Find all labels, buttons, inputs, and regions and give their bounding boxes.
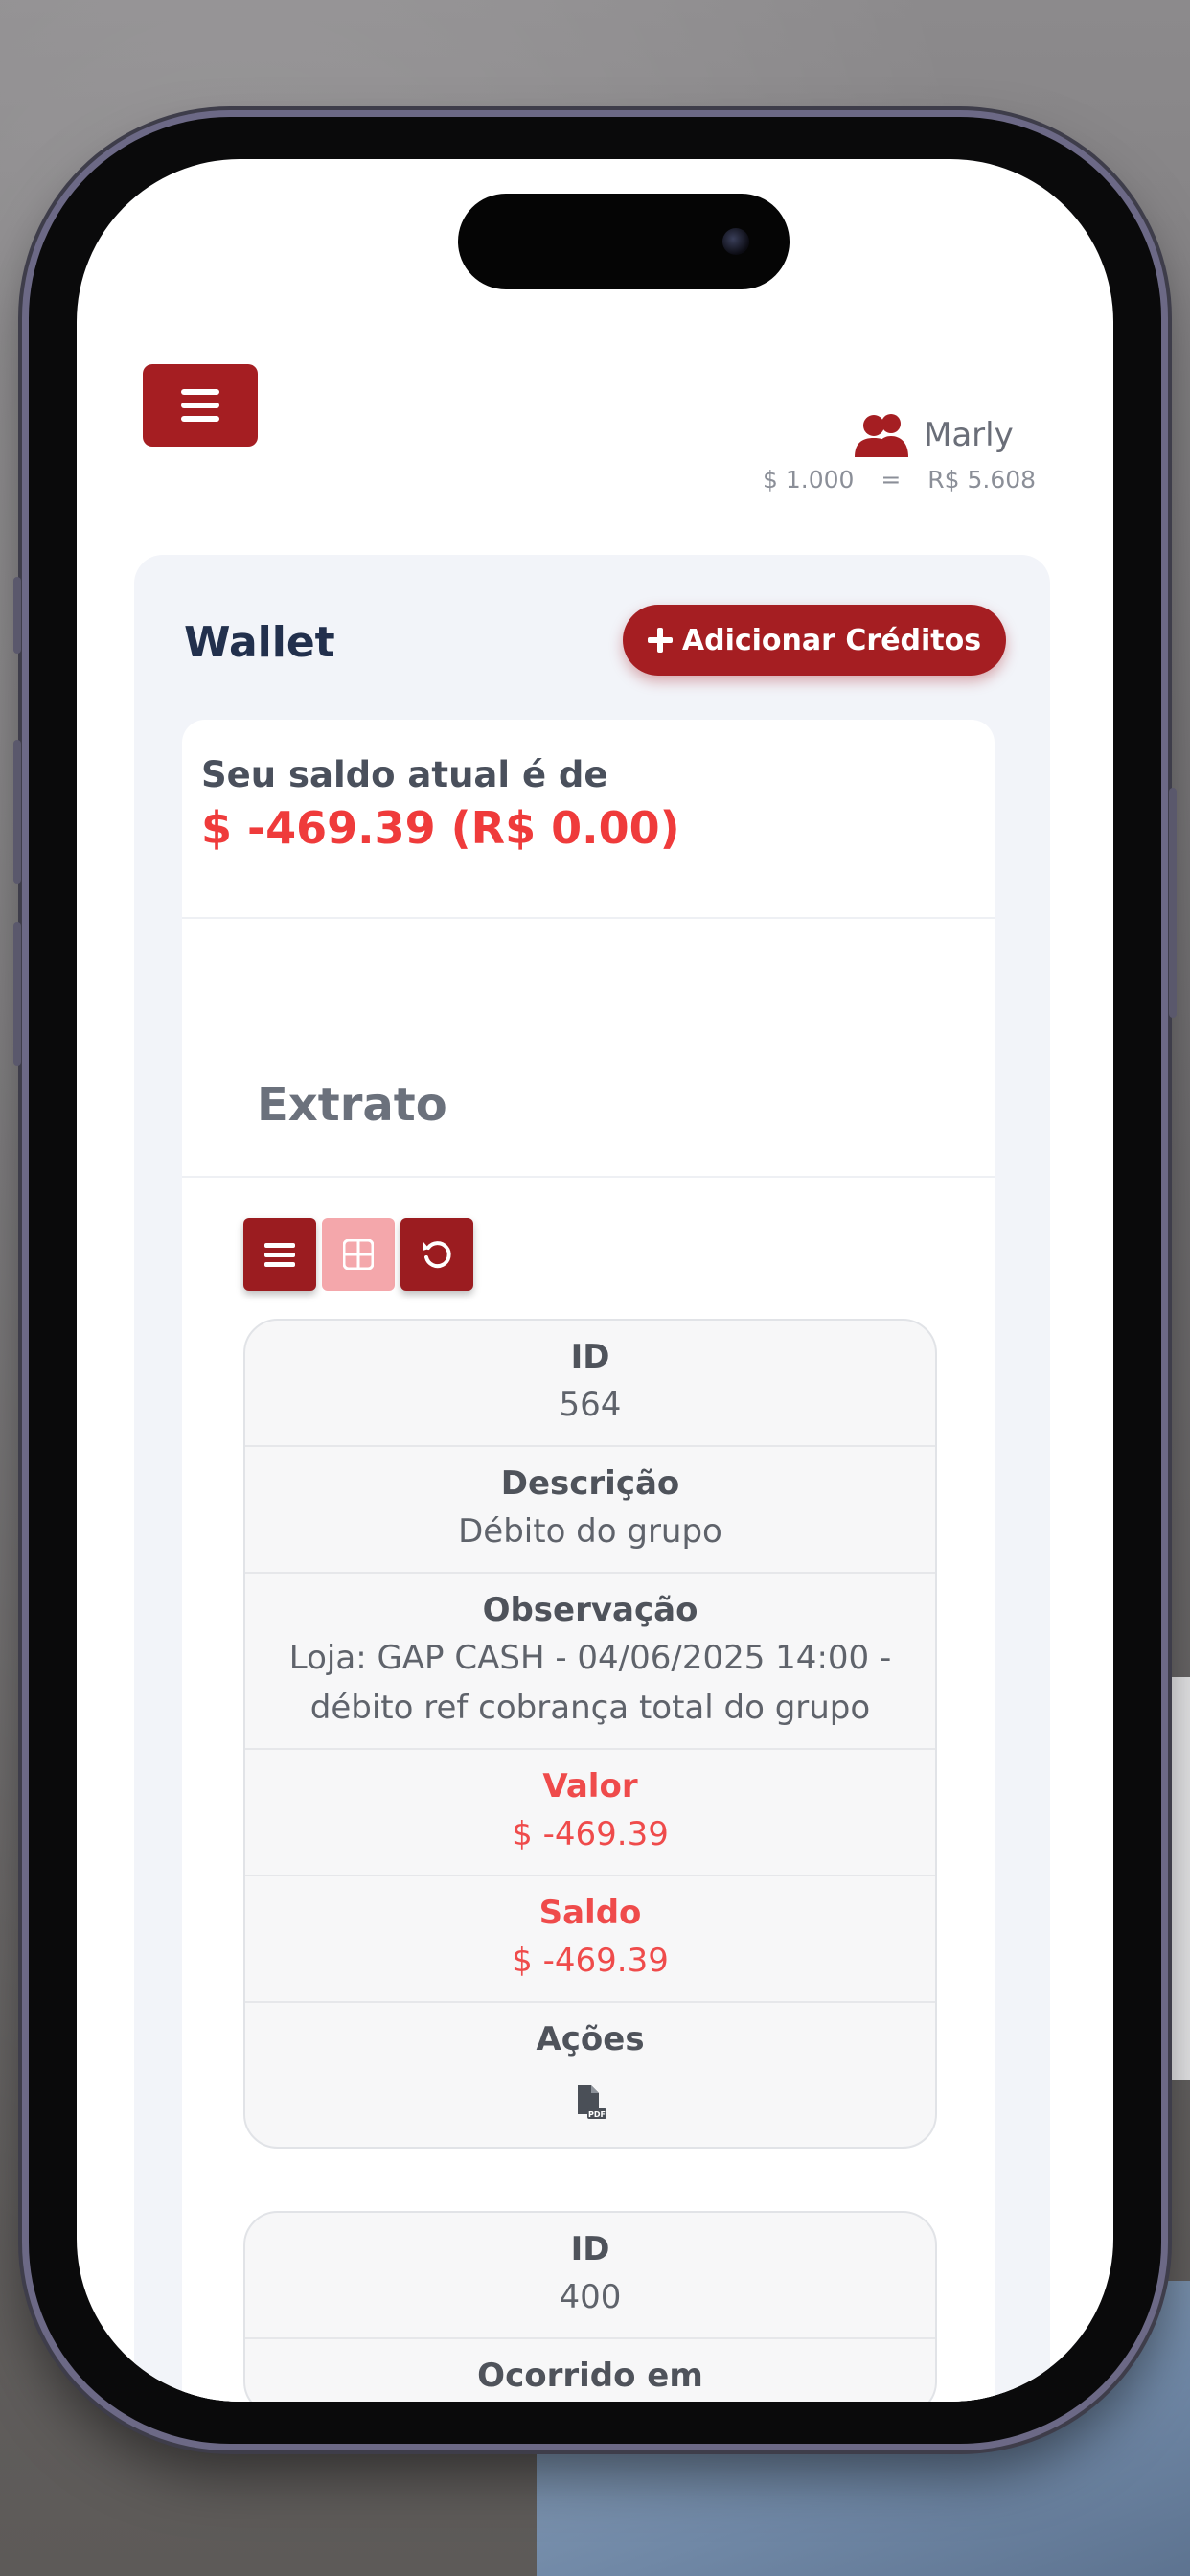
plus-icon [647, 628, 673, 653]
hamburger-menu-icon [181, 389, 219, 395]
grid-view-icon [343, 1239, 374, 1270]
field-label: Observação [482, 1591, 698, 1629]
wallet-title: Wallet [184, 618, 335, 667]
dynamic-island [458, 194, 790, 289]
field-value: $ -469.39 [512, 1815, 669, 1853]
add-credits-button[interactable]: Adicionar Créditos [623, 605, 1006, 676]
add-credits-label: Adicionar Créditos [681, 623, 982, 657]
refresh-button[interactable] [400, 1218, 473, 1291]
pdf-file-icon: PDF [578, 2085, 606, 2119]
statement-record: ID 400 Ocorrido em [243, 2211, 937, 2402]
field-value: 564 [559, 1386, 622, 1424]
balance-card: Seu saldo atual é de $ -469.39 (R$ 0.00)… [182, 720, 995, 2402]
statement-record: ID 564 Descrição Débito do grupo Observa… [243, 1319, 937, 2149]
field-observation: Observação Loja: GAP CASH - 04/06/2025 1… [245, 1574, 935, 1750]
field-value: 400 [559, 2278, 622, 2316]
menu-button[interactable] [143, 364, 258, 447]
field-amount: Valor $ -469.39 [245, 1750, 935, 1876]
field-description: Descrição Débito do grupo [245, 1447, 935, 1574]
field-label: ID [570, 1338, 610, 1376]
volume-up-button [13, 740, 21, 884]
field-label: Valor [542, 1767, 638, 1806]
balance-label: Seu saldo atual é de [201, 754, 608, 795]
wallet-panel: Wallet Adicionar Créditos Seu saldo atua… [134, 555, 1050, 2402]
list-view-button[interactable] [243, 1218, 316, 1291]
field-value: $ -469.39 [512, 1942, 669, 1980]
field-label: Ações [536, 2020, 645, 2058]
pdf-download-button[interactable]: PDF [255, 2085, 926, 2124]
list-view-icon [264, 1243, 295, 1267]
phone-screen: Marly $ 1.000 = R$ 5.608 Wallet Adiciona… [77, 159, 1113, 2402]
rate-usd: $ 1.000 [763, 466, 855, 494]
camera-lens [722, 228, 749, 255]
balance-value: $ -469.39 (R$ 0.00) [201, 802, 680, 854]
user-profile[interactable]: Marly [853, 406, 1014, 464]
volume-down-button [13, 922, 21, 1066]
svg-text:PDF: PDF [588, 2110, 606, 2119]
rate-brl: R$ 5.608 [927, 466, 1037, 494]
users-icon [853, 411, 912, 459]
mute-switch [13, 577, 21, 654]
field-label: Descrição [500, 1464, 680, 1503]
field-label: Ocorrido em [477, 2357, 703, 2395]
field-label: Saldo [538, 1894, 642, 1932]
field-occurred-at: Ocorrido em [245, 2339, 935, 2402]
field-actions: Ações PDF [245, 2003, 935, 2147]
user-name: Marly [924, 416, 1014, 454]
exchange-rate: $ 1.000 = R$ 5.608 [763, 466, 1055, 494]
field-id: ID 400 [245, 2213, 935, 2339]
divider [182, 917, 995, 919]
field-id: ID 564 [245, 1321, 935, 1447]
field-value: Loja: GAP CASH - 04/06/2025 14:00 - débi… [288, 1639, 892, 1727]
power-button [1169, 788, 1177, 1018]
field-label: ID [570, 2230, 610, 2268]
statement-title: Extrato [257, 1078, 447, 1132]
rate-equals: = [881, 466, 902, 494]
grid-view-button[interactable] [322, 1218, 395, 1291]
field-balance: Saldo $ -469.39 [245, 1876, 935, 2003]
phone-frame: Marly $ 1.000 = R$ 5.608 Wallet Adiciona… [13, 117, 1177, 2444]
field-value: Débito do grupo [458, 1512, 722, 1551]
refresh-icon [423, 1241, 451, 1269]
divider [182, 1176, 995, 1178]
